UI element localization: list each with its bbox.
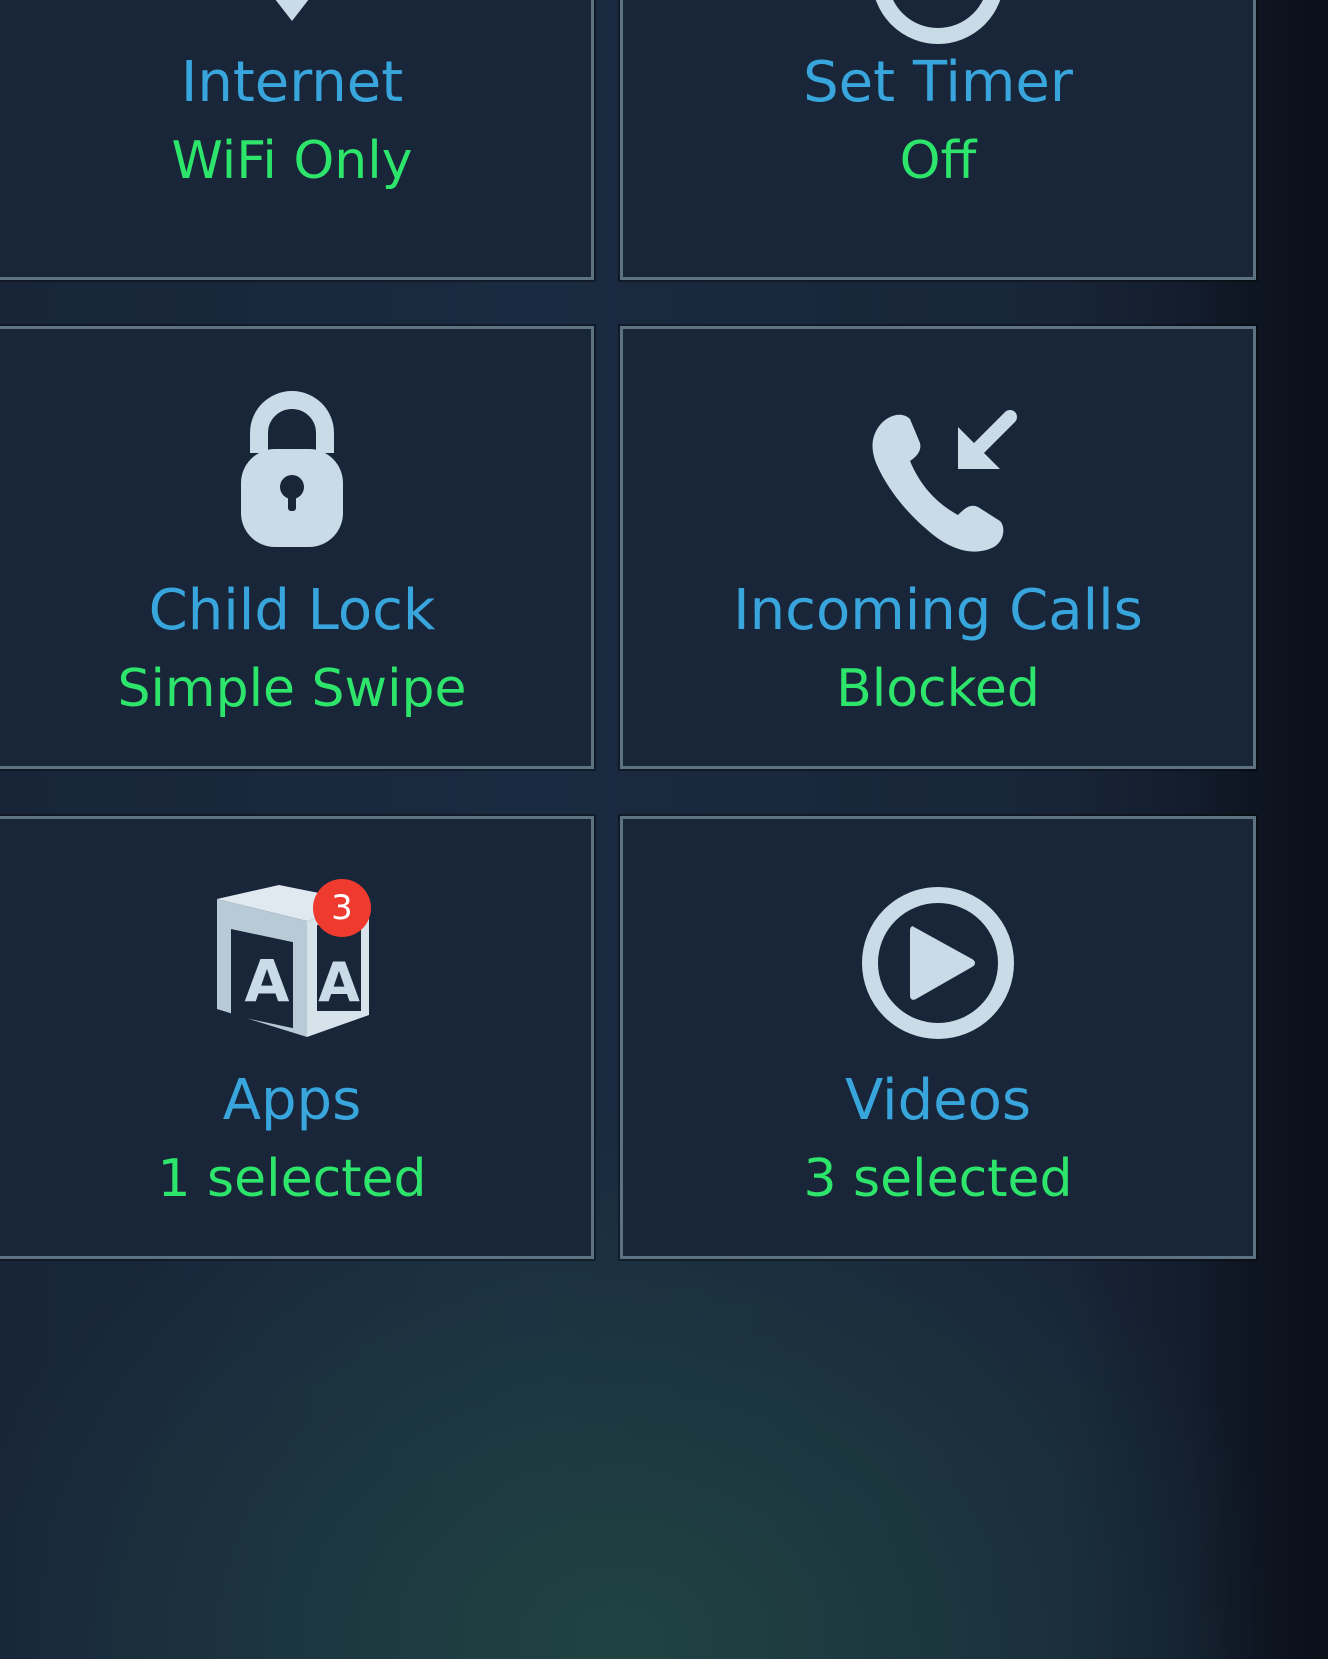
internet-value: WiFi Only xyxy=(171,131,413,191)
set-timer-title: Set Timer xyxy=(803,50,1073,115)
wifi-icon xyxy=(275,0,309,21)
internet-title: Internet xyxy=(180,50,404,115)
incoming-calls-tile[interactable]: Incoming Calls Blocked xyxy=(620,326,1256,769)
child-lock-title: Child Lock xyxy=(148,578,436,643)
play-circle-icon xyxy=(862,887,1014,1039)
incoming-calls-title: Incoming Calls xyxy=(733,578,1143,643)
svg-text:A: A xyxy=(245,947,290,1015)
videos-tile[interactable]: Videos 3 selected xyxy=(620,816,1256,1259)
apps-value: 1 selected xyxy=(157,1149,427,1209)
child-lock-tile[interactable]: Child Lock Simple Swipe xyxy=(0,326,594,769)
set-timer-value: Off xyxy=(899,131,977,191)
apps-tile[interactable]: A A 3 Apps 1 selected xyxy=(0,816,594,1259)
incoming-calls-value: Blocked xyxy=(836,659,1040,719)
lock-icon xyxy=(241,391,343,547)
svg-text:A: A xyxy=(318,951,360,1014)
videos-value: 3 selected xyxy=(803,1149,1073,1209)
apps-notification-badge: 3 xyxy=(313,879,371,937)
apps-title: Apps xyxy=(222,1068,362,1133)
videos-title: Videos xyxy=(844,1068,1032,1133)
internet-tile[interactable]: Internet WiFi Only xyxy=(0,0,594,280)
incoming-call-icon xyxy=(872,410,1017,552)
set-timer-tile[interactable]: Set Timer Off xyxy=(620,0,1256,280)
child-lock-value: Simple Swipe xyxy=(117,659,467,719)
